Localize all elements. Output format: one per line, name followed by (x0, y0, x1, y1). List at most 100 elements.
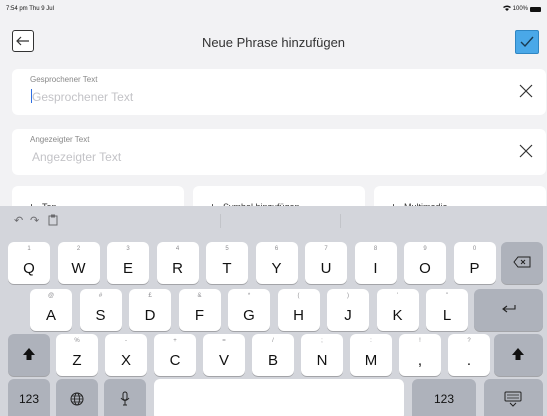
key-secondary-label: £ (148, 293, 152, 299)
key-d[interactable]: £ D (129, 289, 171, 331)
key-y[interactable]: 6Y (255, 242, 298, 284)
key-primary-label: K (392, 307, 403, 324)
microphone-icon (120, 391, 130, 406)
key-secondary-label: * (247, 293, 251, 299)
nav-bar: Neue Phrase hinzufügen (0, 22, 547, 62)
key-x[interactable]: -X (105, 334, 147, 376)
paste-icon[interactable] (48, 214, 59, 229)
key-secondary-label: / (272, 338, 274, 344)
key-i[interactable]: 8I (354, 242, 397, 284)
key-a[interactable]: @ A (30, 289, 72, 331)
keyboard-toolbar: ↶ ↷ (0, 206, 547, 236)
key-primary-label: H (293, 307, 304, 324)
backspace-key[interactable] (501, 242, 543, 284)
battery-icon (530, 6, 541, 12)
key-primary-label: P (469, 260, 480, 277)
numbers-key-left[interactable]: 123 (8, 379, 50, 416)
key-primary-label: N (316, 352, 328, 369)
status-time: 7:54 pm Thu 9 Jul (6, 6, 54, 12)
key-primary-label: V (218, 352, 229, 369)
key-v[interactable]: = V (203, 334, 245, 376)
displayed-text-input[interactable]: Angezeigter Text (32, 150, 121, 164)
key-primary-label: J (344, 307, 352, 324)
key-secondary-label: # (98, 293, 103, 299)
key-n[interactable]: ; N (301, 334, 343, 376)
key-secondary-label: : (370, 338, 372, 344)
key-secondary-label: & (197, 293, 202, 299)
key-h[interactable]: (H (277, 289, 320, 331)
numbers-key-right-label: 123 (433, 392, 455, 406)
key-secondary-label: + (173, 338, 177, 344)
keyboard-dismiss-icon (504, 391, 522, 407)
return-key[interactable] (474, 289, 543, 331)
key-primary-label: R (172, 260, 183, 277)
shift-key-right[interactable] (494, 334, 543, 376)
page-title: Neue Phrase hinzufügen (201, 35, 346, 50)
clear-icon[interactable] (518, 83, 534, 99)
key-g[interactable]: * G (228, 289, 270, 331)
key-primary-label: G (243, 307, 255, 324)
toolbar-separator (220, 214, 221, 228)
redo-icon[interactable]: ↷ (30, 214, 39, 227)
key-secondary-label: 7 (324, 246, 328, 252)
key-s[interactable]: # S (79, 289, 122, 331)
dismiss-keyboard-key[interactable] (484, 379, 543, 416)
keyboard: ↶ ↷ 1Q2W3E4R5T6Y7U8I9O0P @ A # S £ D & F * G(H) J '… (0, 206, 547, 416)
key-primary-label: M (364, 352, 378, 369)
numbers-key-left-label: 123 (18, 392, 40, 406)
space-key[interactable] (154, 379, 404, 416)
key-secondary-label: ( (297, 293, 300, 299)
key-r[interactable]: 4R (156, 242, 199, 284)
key-primary-label: S (95, 307, 106, 324)
key-period[interactable]: ?. (448, 334, 490, 376)
key-b[interactable]: / B (252, 334, 294, 376)
key-primary-label: , (417, 352, 423, 369)
key-secondary-label: ' (396, 293, 399, 299)
key-primary-label: W (71, 260, 86, 277)
key-k[interactable]: ' K (376, 289, 419, 331)
spoken-text-label: Gesprochener Text (30, 75, 98, 84)
key-secondary-label: 8 (373, 246, 378, 252)
key-primary-label: B (267, 352, 278, 369)
globe-key[interactable] (56, 379, 98, 416)
key-secondary-label: 1 (27, 246, 31, 252)
key-w[interactable]: 2W (57, 242, 100, 284)
key-u[interactable]: 7U (305, 242, 347, 284)
key-primary-label: F (194, 307, 205, 324)
key-t[interactable]: 5T (206, 242, 248, 284)
key-f[interactable]: & F (178, 289, 221, 331)
key-primary-label: T (222, 260, 232, 277)
key-secondary-label: % (74, 338, 80, 344)
spoken-text-field[interactable]: Gesprochener Text Gesprochener Text (12, 69, 546, 115)
key-secondary-label: ; (321, 338, 323, 344)
key-secondary-label: ! (419, 338, 421, 344)
shift-key-left[interactable] (8, 334, 50, 376)
key-c[interactable]: + C (154, 334, 196, 376)
key-comma[interactable]: !, (399, 334, 441, 376)
dictation-key[interactable] (104, 379, 146, 416)
key-secondary-label: 3 (126, 246, 130, 252)
key-primary-label: O (419, 260, 431, 277)
displayed-text-field[interactable]: Angezeigter Text Angezeigter Text (12, 129, 546, 175)
clear-icon[interactable] (518, 143, 534, 159)
key-q[interactable]: 1Q (8, 242, 50, 284)
toolbar-separator (340, 214, 341, 228)
key-m[interactable]: :M (350, 334, 392, 376)
key-p[interactable]: 0P (453, 242, 496, 284)
key-primary-label: Z (72, 352, 82, 369)
confirm-button[interactable] (515, 30, 539, 54)
key-primary-label: U (320, 260, 332, 277)
status-bar: 7:54 pm Thu 9 Jul 100% (0, 0, 547, 18)
numbers-key-right[interactable]: 123 (412, 379, 476, 416)
undo-icon[interactable]: ↶ (14, 214, 23, 227)
key-j[interactable]: ) J (327, 289, 369, 331)
key-o[interactable]: 9O (404, 242, 446, 284)
key-l[interactable]: " L (426, 289, 468, 331)
backspace-icon (513, 256, 531, 268)
key-e[interactable]: 3E (107, 242, 149, 284)
spoken-text-input[interactable]: Gesprochener Text (32, 90, 133, 104)
key-z[interactable]: % Z (56, 334, 98, 376)
globe-icon (70, 392, 84, 406)
key-primary-label: Y (271, 260, 282, 277)
key-primary-label: I (373, 260, 378, 277)
